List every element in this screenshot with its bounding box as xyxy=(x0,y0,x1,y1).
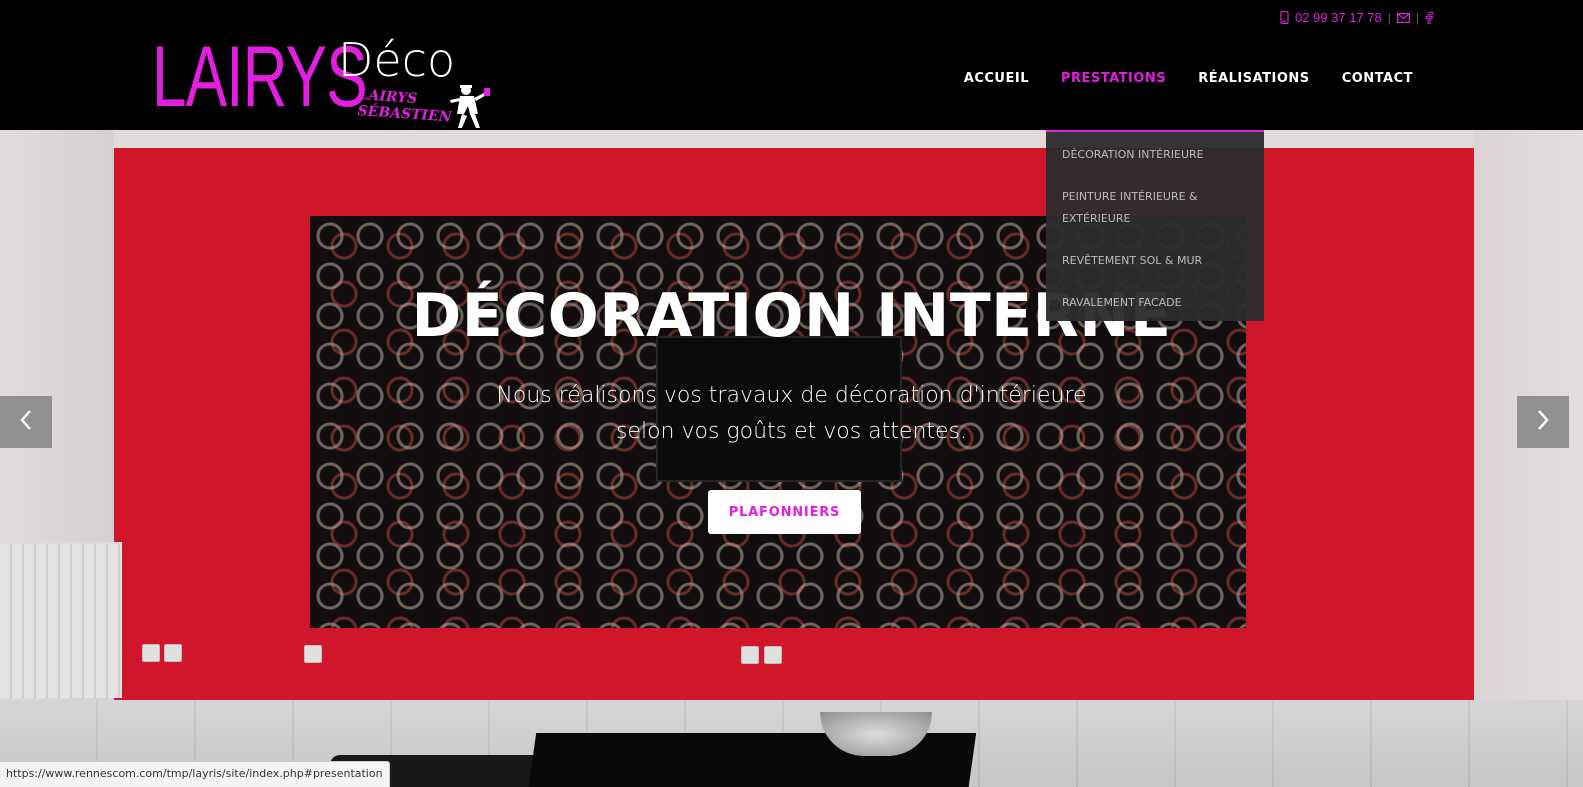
logo-brand-text: LAIRYS xyxy=(152,29,368,125)
hero-slider: DÉCORATION INTERNE Nous réalisons vos tr… xyxy=(0,130,1583,787)
hero-subtitle-line2: selon vos goûts et vos attentes. xyxy=(615,419,968,444)
dropdown-item-ravalement[interactable]: RAVALEMENT FACADE xyxy=(1046,292,1264,314)
nav-contact[interactable]: CONTACT xyxy=(1342,70,1413,88)
separator: | xyxy=(1415,10,1419,25)
hero-title: DÉCORATION INTERNE xyxy=(411,281,1172,351)
nav-accueil[interactable]: ACCUEIL xyxy=(964,70,1029,88)
phone-link[interactable]: 02 99 37 17 78 xyxy=(1295,10,1382,25)
site-logo[interactable]: LAIRYS Déco LAIRYS SÉBASTIEN xyxy=(152,34,502,130)
logo-deco-text: Déco xyxy=(338,33,456,87)
browser-status-url: https://www.rennescom.com/tmp/layris/sit… xyxy=(0,761,390,787)
phone-icon xyxy=(1280,11,1289,24)
hero-overlay xyxy=(0,130,1583,787)
separator: | xyxy=(1387,10,1391,25)
nav-realisations[interactable]: RÉALISATIONS xyxy=(1198,70,1310,88)
topbar: 02 99 37 17 78 | | xyxy=(1280,10,1433,25)
hero-subtitle-line1: Nous réalisons vos travaux de décoration… xyxy=(496,383,1087,408)
mail-icon[interactable] xyxy=(1396,12,1410,23)
painter-icon xyxy=(448,84,492,135)
site-header: 02 99 37 17 78 | | LAIRYS Déco LAIRYS SÉ… xyxy=(0,0,1583,130)
dropdown-item-revetement[interactable]: REVÊTEMENT SOL & MUR xyxy=(1046,250,1264,272)
main-nav: ACCUEIL PRESTATIONS RÉALISATIONS CONTACT xyxy=(964,70,1413,88)
nav-prestations[interactable]: PRESTATIONS xyxy=(1061,70,1166,88)
slider-next-button[interactable] xyxy=(1517,396,1569,448)
chevron-left-icon xyxy=(19,409,33,436)
slider-prev-button[interactable] xyxy=(0,396,52,448)
facebook-icon[interactable] xyxy=(1425,11,1433,24)
dropdown-item-peinture[interactable]: PEINTURE INTÉRIEURE & EXTÉRIEURE xyxy=(1046,186,1216,230)
plafonniers-button[interactable]: PLAFONNIERS xyxy=(708,490,861,534)
dropdown-item-decoration[interactable]: DÉCORATION INTÉRIEURE xyxy=(1046,144,1264,166)
chevron-right-icon xyxy=(1536,409,1550,436)
hero-subtitle: Nous réalisons vos travaux de décoration… xyxy=(0,378,1583,450)
prestations-dropdown: DÉCORATION INTÉRIEURE PEINTURE INTÉRIEUR… xyxy=(1046,130,1264,321)
